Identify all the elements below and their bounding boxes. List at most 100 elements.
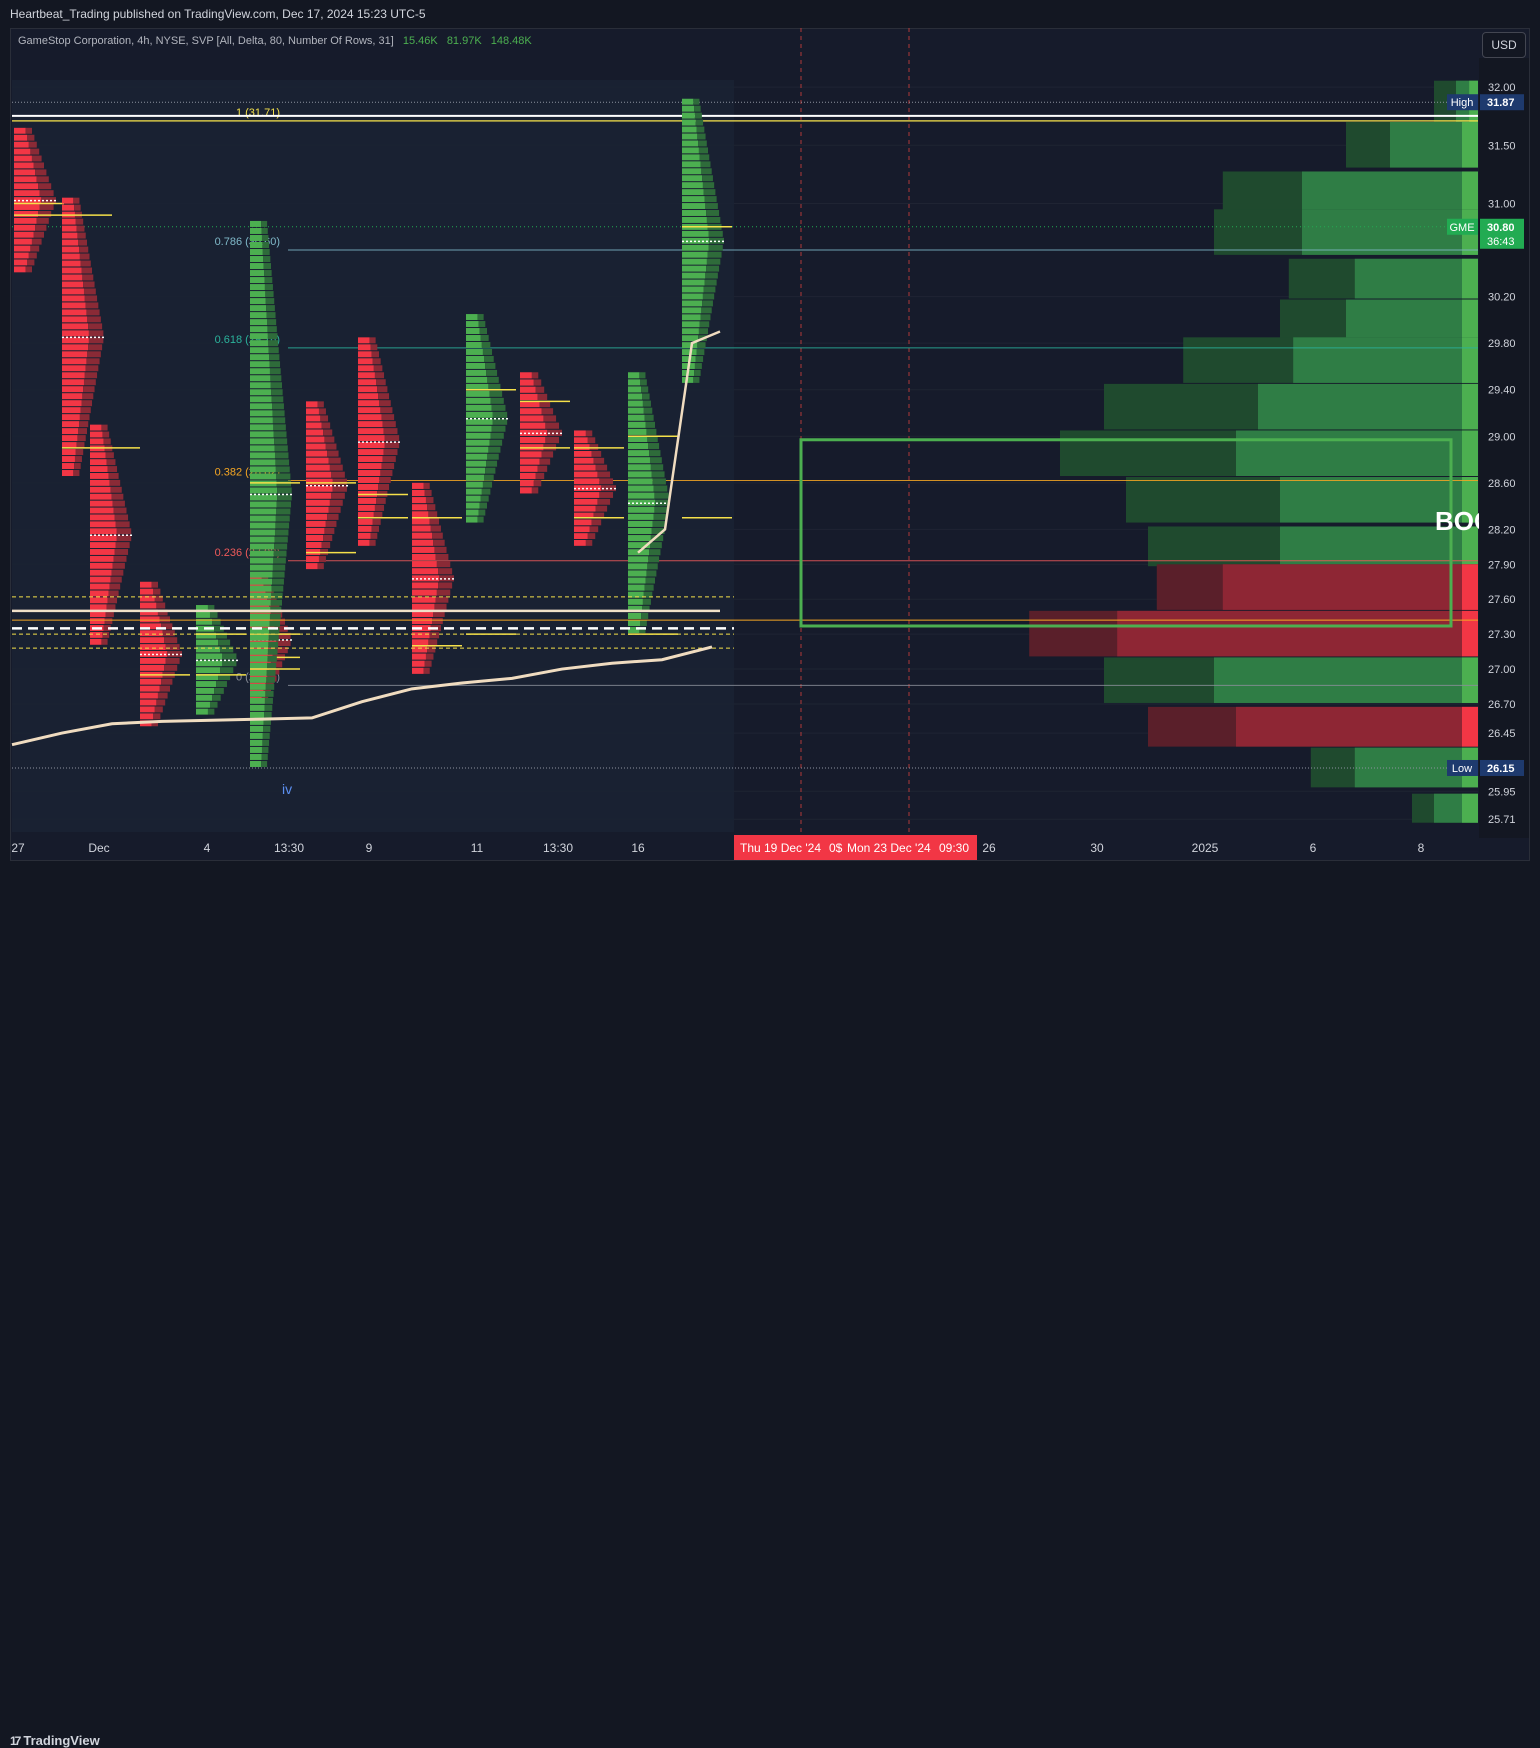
profile-bar <box>27 134 35 141</box>
history-region <box>12 80 734 832</box>
profile-bar <box>358 449 384 456</box>
profile-bar <box>83 281 95 288</box>
profile-bar <box>62 232 78 239</box>
profile-bar <box>423 667 430 674</box>
profile-bar <box>466 314 478 321</box>
volume-profile-row <box>1462 793 1478 823</box>
profile-bar <box>412 525 431 532</box>
profile-bar <box>487 376 499 383</box>
profile-bar <box>102 631 110 638</box>
profile-bar <box>700 314 711 321</box>
profile-bar <box>90 459 107 466</box>
profile-bar <box>140 616 160 623</box>
profile-bar <box>250 298 266 305</box>
profile-bar <box>466 509 479 516</box>
profile-bar <box>424 660 432 667</box>
volume-profile-row <box>1117 610 1478 657</box>
profile-bar <box>250 291 266 298</box>
profile-bar <box>268 340 279 347</box>
profile-bar <box>698 147 709 154</box>
profile-bar <box>90 493 112 500</box>
profile-bar <box>250 263 264 270</box>
profile-bar <box>324 436 335 443</box>
profile-bar <box>272 578 284 585</box>
profile-bar <box>266 312 276 319</box>
profile-bar <box>250 585 272 592</box>
profile-bar <box>265 683 275 690</box>
profile-bar <box>424 489 432 497</box>
profile-bar <box>574 505 596 512</box>
profile-bar <box>250 403 273 410</box>
profile-bar <box>593 457 605 464</box>
profile-bar <box>585 430 593 437</box>
profile-bar <box>541 408 554 415</box>
profile-bar <box>358 525 372 532</box>
profile-bar <box>269 368 281 375</box>
profile-bar <box>705 272 718 279</box>
profile-bar <box>250 515 276 522</box>
profile-bar <box>28 141 37 148</box>
tradingview-logo[interactable]: 17 TradingView <box>10 1733 100 1748</box>
profile-bar <box>705 203 718 210</box>
profile-bar <box>381 414 395 421</box>
profile-bar <box>250 249 263 256</box>
profile-bar <box>140 581 152 588</box>
profile-bar <box>699 321 710 328</box>
profile-bar <box>250 592 272 599</box>
profile-bar <box>574 430 586 437</box>
profile-bar <box>628 450 650 457</box>
profile-bar <box>492 418 508 425</box>
profile-bar <box>412 617 433 625</box>
profile-bar <box>574 444 590 450</box>
profile-bar <box>429 632 440 639</box>
profile-bar <box>264 284 273 291</box>
profile-bar <box>682 300 703 307</box>
profile-bar <box>75 449 84 456</box>
profile-bar <box>595 464 608 471</box>
profile-bar <box>646 428 657 435</box>
profile-bar <box>682 258 707 265</box>
time-axis[interactable]: 27 Dec 4 13:30 9 11 13:30 16 26 30 2025 6 8 Thu 19 De… <box>11 835 1425 860</box>
profile-bar <box>196 701 210 708</box>
legend-value-2: 81.97K <box>446 35 482 47</box>
symbol-legend[interactable]: GameStop Corporation, 4h, NYSE, SVP [All… <box>18 35 532 47</box>
profile-bar <box>273 550 287 557</box>
price-chart[interactable]: 1 (31.71)0.786 (30.60)0.618 (29.76)0.382… <box>0 0 1540 897</box>
profile-bar <box>273 557 286 564</box>
profile-bar <box>332 485 347 492</box>
profile-bar <box>268 641 279 648</box>
profile-bar <box>427 646 436 653</box>
profile-bar <box>434 546 447 553</box>
profile-bar <box>628 584 645 591</box>
profile-bar <box>306 534 324 541</box>
profile-bar <box>83 288 96 295</box>
profile-bar <box>537 465 548 472</box>
price-tick-label: 28.60 <box>1488 478 1516 490</box>
volume-profile-row <box>1462 337 1478 383</box>
profile-bar <box>276 639 291 647</box>
profile-bar <box>306 485 333 492</box>
profile-bar <box>140 692 158 699</box>
profile-bar <box>14 210 39 217</box>
profile-bar <box>62 204 75 211</box>
profile-bar <box>628 612 642 619</box>
profile-bar <box>62 316 88 323</box>
profile-bar <box>62 386 84 393</box>
profile-bar <box>14 259 28 266</box>
profile-bar <box>14 162 34 169</box>
volume-profile-row <box>1462 171 1478 212</box>
profile-bar <box>250 396 272 403</box>
profile-bar <box>90 431 103 438</box>
profile-bar <box>412 532 433 539</box>
profile-bar <box>628 457 650 464</box>
profile-bar <box>649 542 662 549</box>
profile-bar <box>481 341 491 348</box>
profile-bar <box>412 646 428 653</box>
profile-bar <box>682 286 704 293</box>
profile-bar <box>628 471 652 478</box>
profile-bar <box>14 148 31 155</box>
profile-bar <box>62 218 76 225</box>
currency-button[interactable]: USD <box>1482 32 1526 58</box>
price-axis-bg <box>1479 58 1529 838</box>
price-tick-label: 31.50 <box>1488 140 1516 152</box>
